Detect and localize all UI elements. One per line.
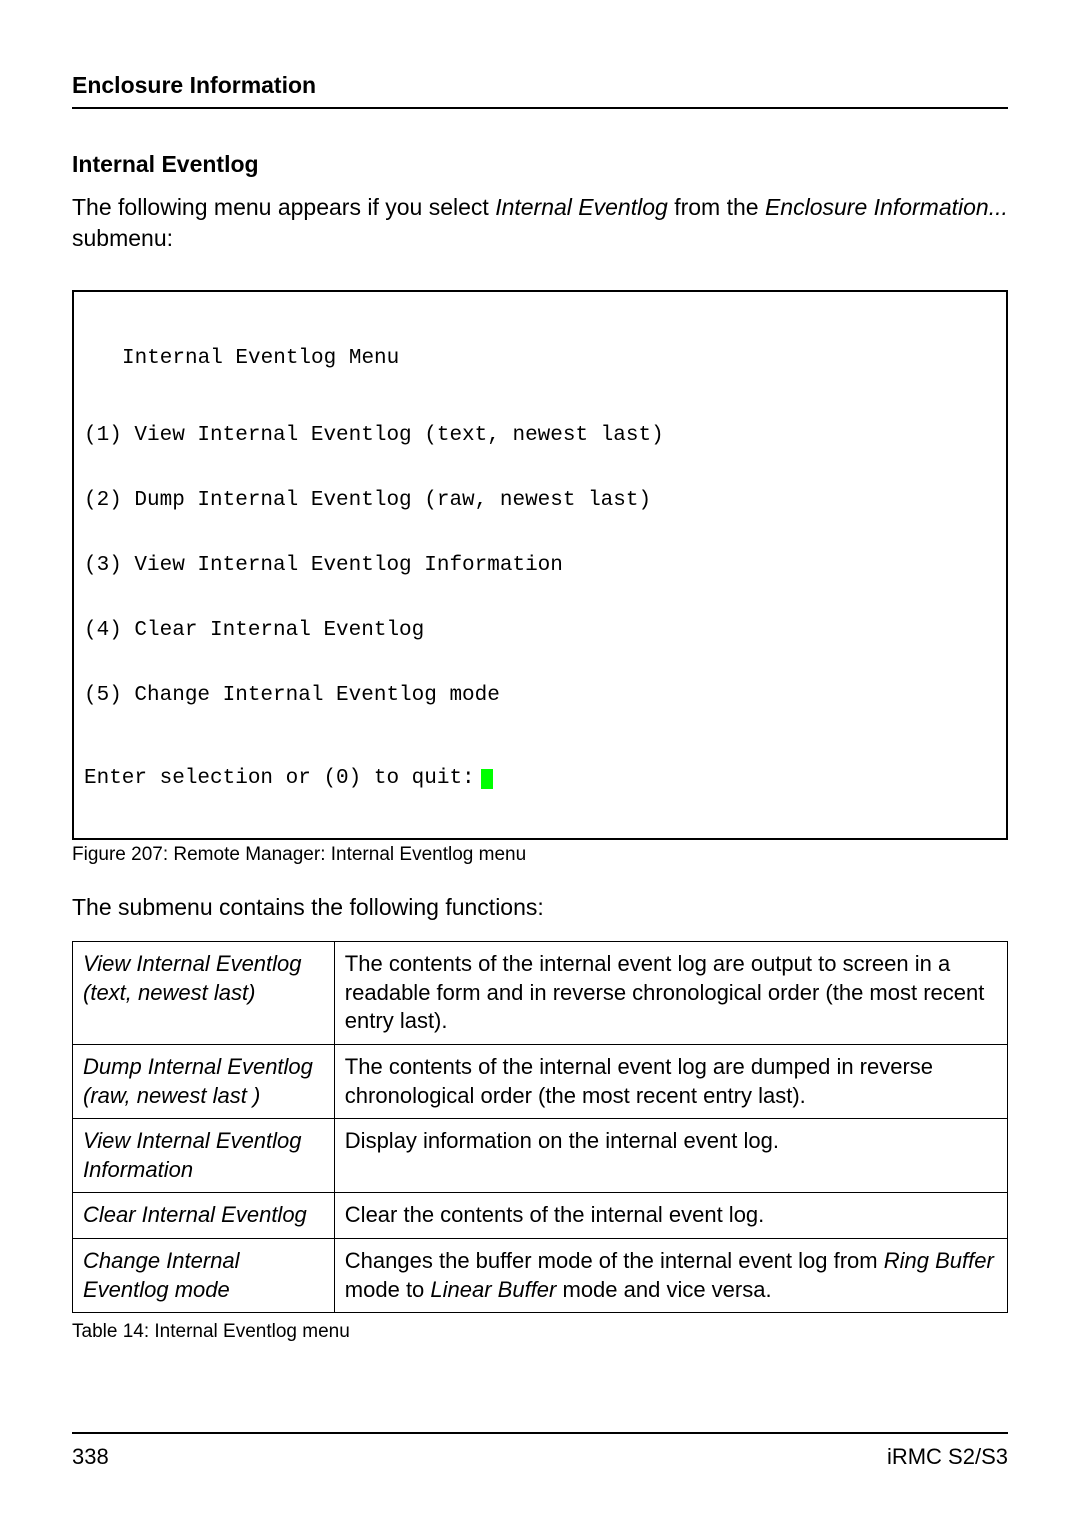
- page-footer: 338 iRMC S2/S3: [72, 1432, 1008, 1470]
- intro-em2: Enclosure Information...: [765, 194, 1008, 220]
- table-caption: Table 14: Internal Eventlog menu: [72, 1321, 1008, 1343]
- row-name: Dump Internal Eventlog (raw, newest last…: [73, 1045, 335, 1119]
- row-desc: Display information on the internal even…: [334, 1119, 1007, 1193]
- terminal-line: (5) Change Internal Eventlog mode: [84, 680, 996, 713]
- row-desc: The contents of the internal event log a…: [334, 1045, 1007, 1119]
- terminal-line: (2) Dump Internal Eventlog (raw, newest …: [84, 485, 996, 518]
- row-desc: The contents of the internal event log a…: [334, 942, 1007, 1045]
- row-desc: Changes the buffer mode of the internal …: [334, 1239, 1007, 1313]
- row-desc: Clear the contents of the internal event…: [334, 1193, 1007, 1239]
- submenu-intro: The submenu contains the following funct…: [72, 894, 1008, 921]
- terminal-line: (1) View Internal Eventlog (text, newest…: [84, 420, 996, 453]
- doc-id: iRMC S2/S3: [887, 1444, 1008, 1470]
- terminal-prompt: Enter selection or (0) to quit:: [84, 763, 475, 796]
- terminal-prompt-line: Enter selection or (0) to quit:: [84, 763, 996, 796]
- terminal-line: (4) Clear Internal Eventlog: [84, 615, 996, 648]
- table-row: Dump Internal Eventlog (raw, newest last…: [73, 1045, 1008, 1119]
- desc-mid: mode to: [345, 1277, 431, 1302]
- table-row: Clear Internal Eventlog Clear the conten…: [73, 1193, 1008, 1239]
- row-name: View Internal Eventlog (text, newest las…: [73, 942, 335, 1045]
- row-name: Change Internal Eventlog mode: [73, 1239, 335, 1313]
- terminal-line: (3) View Internal Eventlog Information: [84, 550, 996, 583]
- desc-pre: Changes the buffer mode of the internal …: [345, 1248, 884, 1273]
- table-row: View Internal Eventlog Information Displ…: [73, 1119, 1008, 1193]
- table-row: View Internal Eventlog (text, newest las…: [73, 942, 1008, 1045]
- table-row: Change Internal Eventlog mode Changes th…: [73, 1239, 1008, 1313]
- intro-suffix: submenu:: [72, 225, 173, 251]
- row-name: Clear Internal Eventlog: [73, 1193, 335, 1239]
- intro-prefix: The following menu appears if you select: [72, 194, 495, 220]
- section-heading: Internal Eventlog: [72, 151, 1008, 178]
- intro-em1: Internal Eventlog: [495, 194, 668, 220]
- terminal-screenshot: Internal Eventlog Menu (1) View Internal…: [72, 290, 1008, 840]
- row-name: View Internal Eventlog Information: [73, 1119, 335, 1193]
- figure-caption: Figure 207: Remote Manager: Internal Eve…: [72, 844, 1008, 866]
- terminal-title: Internal Eventlog Menu: [84, 343, 996, 376]
- desc-em1: Ring Buffer: [884, 1248, 994, 1273]
- cursor-icon: [481, 769, 493, 789]
- desc-em2: Linear Buffer: [430, 1277, 556, 1302]
- functions-table: View Internal Eventlog (text, newest las…: [72, 941, 1008, 1313]
- page-number: 338: [72, 1444, 109, 1470]
- intro-mid: from the: [668, 194, 765, 220]
- intro-paragraph: The following menu appears if you select…: [72, 192, 1008, 254]
- desc-suffix: mode and vice versa.: [556, 1277, 771, 1302]
- page-header: Enclosure Information: [72, 72, 1008, 109]
